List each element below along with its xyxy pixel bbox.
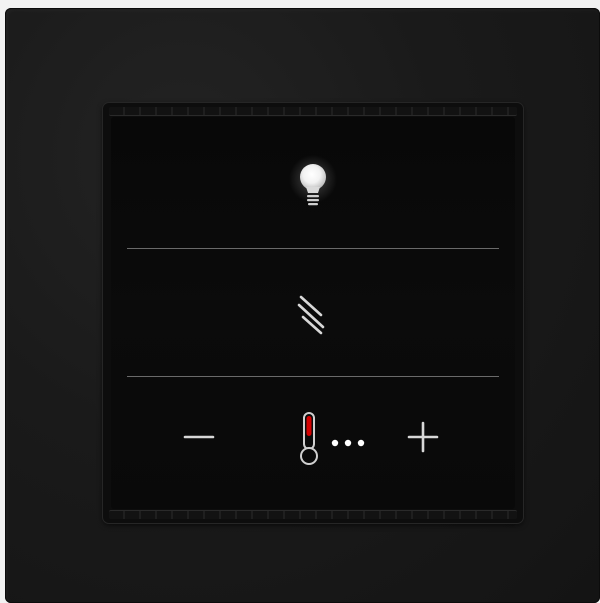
plus-icon [407,421,439,453]
blinds-button[interactable] [281,283,345,347]
level-dot-3 [357,439,365,447]
level-dot-2 [344,439,352,447]
temperature-down-button[interactable] [177,415,221,459]
temperature-level-fill [306,416,312,436]
temperature-level-dots [331,439,365,447]
light-button[interactable] [281,153,345,223]
light-bulb-icon [289,155,337,206]
level-dot-1 [331,439,339,447]
temperature-up-button[interactable] [401,415,445,459]
thermometer-icon [300,412,365,465]
switch-panel [103,103,523,523]
panel-rim-bottom [109,510,517,519]
temperature-indicator [292,407,382,469]
panel-rim-top [109,107,517,116]
minus-icon [183,435,215,439]
divider-top [127,248,499,249]
touch-glass [111,117,515,509]
blinds-icon [297,295,325,335]
divider-bottom [127,376,499,377]
switch-frame [5,8,600,603]
